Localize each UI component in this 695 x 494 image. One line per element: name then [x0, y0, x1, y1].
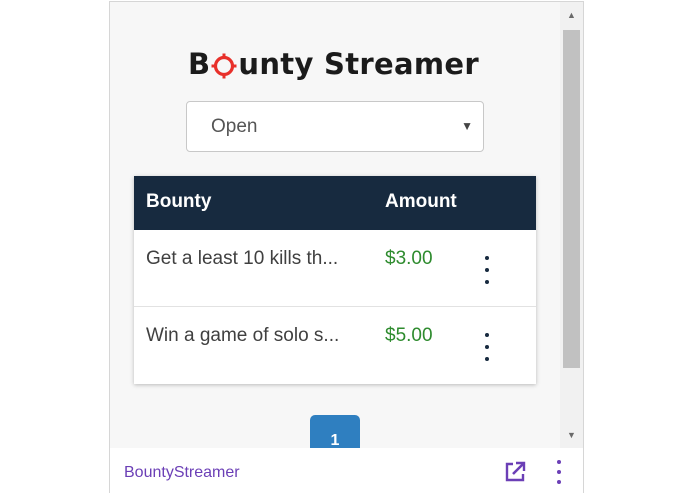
bounty-table: Bounty Amount Get a least 10 kills th...…	[134, 176, 536, 384]
table-row[interactable]: Get a least 10 kills th... $3.00	[134, 230, 536, 307]
logo-text-prefix: B	[188, 47, 211, 81]
table-row[interactable]: Win a game of solo s... $5.00	[134, 307, 536, 384]
table-header: Bounty Amount	[134, 176, 536, 230]
column-header-bounty: Bounty	[146, 191, 212, 212]
popout-icon[interactable]	[504, 461, 526, 483]
bounty-streamer-logo: B unty Streamer	[188, 44, 479, 84]
row-menu-icon[interactable]	[478, 256, 496, 284]
row-menu-icon[interactable]	[478, 333, 496, 361]
crosshair-icon	[211, 52, 237, 79]
bounty-amount: $5.00	[385, 325, 433, 346]
scroll-up-arrow-icon[interactable]: ▲	[560, 2, 583, 28]
status-select-value: Open	[211, 115, 258, 137]
more-options-icon[interactable]	[553, 460, 565, 484]
bounty-description: Get a least 10 kills th...	[146, 248, 339, 269]
dropdown-caret-icon: ▼	[461, 119, 473, 133]
extension-name-link[interactable]: BountyStreamer	[124, 464, 240, 482]
bounty-description: Win a game of solo s...	[146, 325, 340, 346]
logo-text-suffix: unty Streamer	[238, 47, 479, 81]
bounty-status-select[interactable]: Open ▼	[186, 101, 484, 152]
pagination-page-button[interactable]: 1	[310, 415, 360, 448]
extension-viewport: B unty Streamer Open ▼ Bounty Amount Get…	[110, 2, 560, 448]
vertical-scrollbar[interactable]: ▲ ▼	[560, 2, 583, 448]
scroll-down-arrow-icon[interactable]: ▼	[560, 422, 583, 448]
bounty-amount: $3.00	[385, 248, 433, 269]
scrollbar-thumb[interactable]	[563, 30, 580, 368]
extension-panel: B unty Streamer Open ▼ Bounty Amount Get…	[109, 1, 584, 493]
extension-footer: BountyStreamer	[110, 448, 583, 493]
column-header-amount: Amount	[385, 191, 457, 212]
